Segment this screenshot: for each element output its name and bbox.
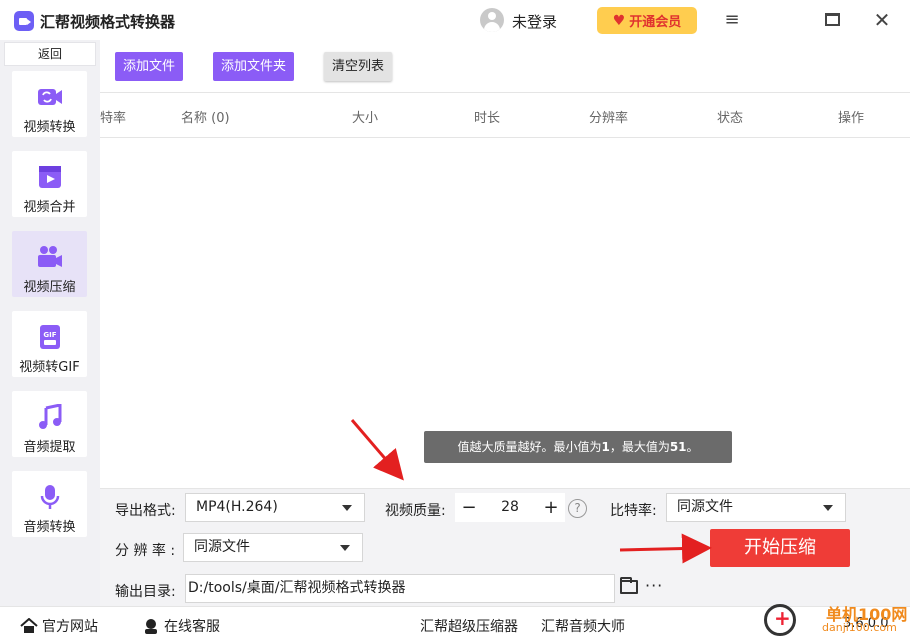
decrease-quality-button[interactable]: − — [455, 493, 483, 522]
bitrate-select[interactable]: 同源文件 — [666, 493, 846, 522]
diamond-icon: ♥ — [612, 12, 626, 29]
column-header-name[interactable]: 名称 (0) — [181, 107, 230, 126]
vip-button[interactable]: ♥ 开通会员 — [597, 7, 697, 34]
video-convert-icon — [38, 89, 62, 105]
support-label: 在线客服 — [164, 619, 220, 635]
watermark-icon — [764, 604, 796, 636]
app-logo-icon — [14, 11, 34, 31]
menu-icon[interactable]: ≡ — [720, 8, 744, 32]
tooltip-text-prefix: 值越大质量越好。最小值为 — [457, 440, 602, 454]
website-label: 官方网站 — [42, 619, 98, 635]
output-path-field[interactable]: D:/tools/桌面/汇帮视频格式转换器 — [185, 574, 615, 603]
audio-master-link[interactable]: 汇帮音频大师 — [541, 616, 625, 636]
sidebar-item-video-convert[interactable]: 视频转换 — [12, 71, 87, 137]
close-icon[interactable]: ✕ — [870, 8, 894, 32]
sidebar-item-video-compress[interactable]: 视频压缩 — [12, 231, 87, 297]
tooltip-min-value: 1 — [601, 440, 610, 454]
quality-value[interactable]: 28 — [483, 493, 537, 522]
clear-list-button[interactable]: 清空列表 — [324, 52, 393, 81]
chevron-down-icon — [340, 545, 350, 551]
format-select[interactable]: MP4(H.264) — [185, 493, 365, 522]
help-icon[interactable]: ? — [568, 499, 587, 518]
add-file-button[interactable]: 添加文件 — [115, 52, 184, 81]
column-header-action[interactable]: 操作 — [838, 107, 864, 126]
video-compress-icon — [38, 246, 62, 267]
chevron-down-icon — [342, 505, 352, 511]
format-value: MP4(H.264) — [196, 499, 278, 515]
column-header-duration[interactable]: 时长 — [474, 107, 500, 126]
start-compress-button[interactable]: 开始压缩 — [710, 529, 850, 567]
gif-icon: GIF — [40, 325, 60, 349]
quality-stepper[interactable]: − 28 + — [455, 493, 565, 522]
website-link[interactable]: 官方网站 — [20, 616, 98, 636]
sidebar-item-video-merge[interactable]: 视频合并 — [12, 151, 87, 217]
avatar-icon[interactable] — [480, 8, 504, 32]
headset-icon — [145, 619, 157, 634]
resolution-value: 同源文件 — [194, 539, 250, 555]
resolution-select[interactable]: 同源文件 — [183, 533, 363, 562]
sidebar-item-label: 音频提取 — [23, 440, 76, 455]
output-label: 输出目录: — [115, 584, 176, 600]
sidebar-item-label: 视频压缩 — [23, 280, 76, 295]
sidebar-item-audio-convert[interactable]: 音频转换 — [12, 471, 87, 537]
format-label: 导出格式: — [115, 503, 176, 519]
sidebar: 返回 视频转换 视频合并 视频压缩 GIF 视频转GIF 音频提取 音频转换 — [0, 40, 100, 606]
music-note-icon — [39, 404, 62, 429]
file-table-header: 特率 名称 (0) 大小 时长 分辨率 状态 操作 — [100, 92, 910, 138]
more-options-icon[interactable]: ··· — [645, 576, 663, 595]
svg-text:GIF: GIF — [43, 331, 56, 339]
tooltip-text-suffix: 。 — [686, 440, 699, 454]
quality-tooltip: 值越大质量越好。最小值为1，最大值为51。 — [424, 431, 732, 463]
sidebar-item-label: 视频转换 — [23, 120, 76, 135]
support-link[interactable]: 在线客服 — [142, 616, 220, 636]
back-button[interactable]: 返回 — [4, 42, 96, 66]
watermark-logo: 单机100网 danji100.com — [760, 600, 910, 640]
column-header-status[interactable]: 状态 — [717, 107, 743, 126]
sidebar-item-label: 音频转换 — [23, 520, 76, 535]
video-merge-icon — [39, 166, 61, 188]
sidebar-item-label: 视频转GIF — [19, 360, 80, 375]
home-icon — [20, 618, 38, 633]
column-header-resolution[interactable]: 分辨率 — [589, 107, 628, 126]
column-header-size[interactable]: 大小 — [352, 107, 378, 126]
column-header-bitrate[interactable]: 特率 — [100, 107, 126, 126]
maximize-icon[interactable] — [820, 8, 844, 32]
sidebar-item-label: 视频合并 — [23, 200, 76, 215]
add-folder-button[interactable]: 添加文件夹 — [213, 52, 295, 81]
tooltip-text-middle: ，最大值为 — [609, 440, 670, 454]
tooltip-max-value: 51 — [669, 440, 687, 454]
chevron-down-icon — [823, 505, 833, 511]
quality-label: 视频质量: — [385, 503, 446, 519]
increase-quality-button[interactable]: + — [537, 493, 565, 522]
bitrate-value: 同源文件 — [677, 499, 733, 515]
microphone-icon — [40, 485, 60, 509]
app-title: 汇帮视频格式转换器 — [40, 13, 176, 31]
resolution-label: 分 辨 率 : — [115, 543, 176, 559]
sidebar-item-audio-extract[interactable]: 音频提取 — [12, 391, 87, 457]
bitrate-label: 比特率: — [610, 503, 657, 519]
folder-open-icon[interactable] — [620, 577, 638, 594]
login-status[interactable]: 未登录 — [512, 11, 557, 32]
watermark-subtext: danji100.com — [822, 621, 897, 634]
super-compressor-link[interactable]: 汇帮超级压缩器 — [420, 616, 518, 636]
vip-label: 开通会员 — [629, 15, 682, 30]
sidebar-item-video-gif[interactable]: GIF 视频转GIF — [12, 311, 87, 377]
title-bar: 汇帮视频格式转换器 未登录 ♥ 开通会员 ≡ ✕ — [0, 0, 910, 40]
